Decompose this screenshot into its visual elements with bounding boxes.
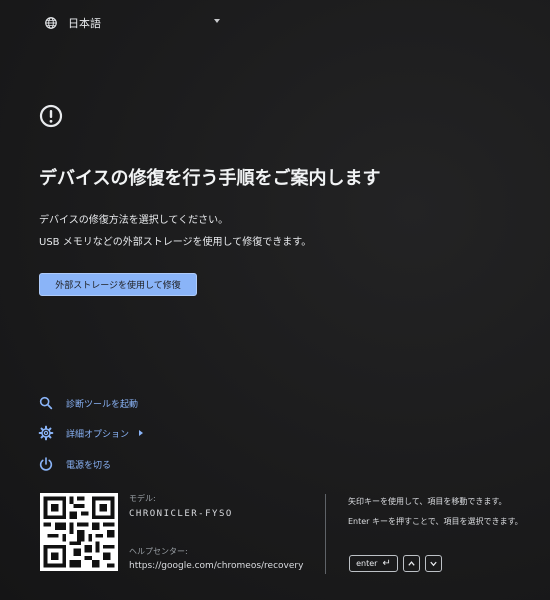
selection-hint: Enter キーを押すことで、項目を選択できます。 bbox=[348, 517, 523, 526]
enter-return-icon: ↵ bbox=[382, 558, 391, 569]
navigation-hint: 矢印キーを使用して、項目を移動できます。 bbox=[348, 497, 507, 506]
globe-icon bbox=[45, 17, 57, 29]
language-label: 日本語 bbox=[68, 17, 101, 30]
launch-diagnostics-label: 診断ツールを起動 bbox=[66, 399, 139, 410]
power-off-label: 電源を切る bbox=[66, 460, 112, 471]
launch-diagnostics-link[interactable]: 診断ツールを起動 bbox=[38, 394, 138, 412]
qr-code-icon bbox=[40, 493, 118, 571]
chevron-up-icon bbox=[408, 561, 415, 566]
model-value: CHRONICLER-FYSO bbox=[129, 509, 233, 519]
caret-down-icon bbox=[214, 19, 220, 23]
help-center-label: ヘルプセンター: bbox=[129, 547, 188, 556]
description-line-2: USB メモリなどの外部ストレージを使用して修復できます。 bbox=[39, 237, 312, 248]
enter-key-hint: enter ↵ bbox=[349, 555, 398, 572]
gear-icon bbox=[38, 425, 54, 441]
power-off-link[interactable]: 電源を切る bbox=[38, 455, 111, 473]
search-icon bbox=[39, 396, 53, 410]
exclamation-circle-icon bbox=[39, 104, 63, 128]
language-dropdown[interactable]: 日本語 bbox=[38, 11, 234, 35]
advanced-options-link[interactable]: 詳細オプション bbox=[38, 424, 144, 442]
footer-divider bbox=[325, 494, 326, 574]
external-storage-repair-button[interactable]: 外部ストレージを使用して修復 bbox=[39, 273, 197, 296]
model-label: モデル: bbox=[129, 494, 156, 503]
description-line-1: デバイスの修復方法を選択してください。 bbox=[39, 215, 229, 226]
chevron-down-icon bbox=[430, 561, 437, 567]
help-center-url: https://google.com/chromeos/recovery bbox=[129, 561, 304, 571]
chevron-right-icon bbox=[139, 430, 144, 436]
up-arrow-key-hint bbox=[403, 555, 420, 572]
enter-key-label: enter bbox=[356, 559, 378, 568]
down-arrow-key-hint bbox=[425, 555, 442, 572]
advanced-options-label: 詳細オプション bbox=[66, 429, 130, 440]
page-title: デバイスの修復を行う手順をご案内します bbox=[39, 168, 381, 189]
power-icon bbox=[39, 457, 53, 471]
